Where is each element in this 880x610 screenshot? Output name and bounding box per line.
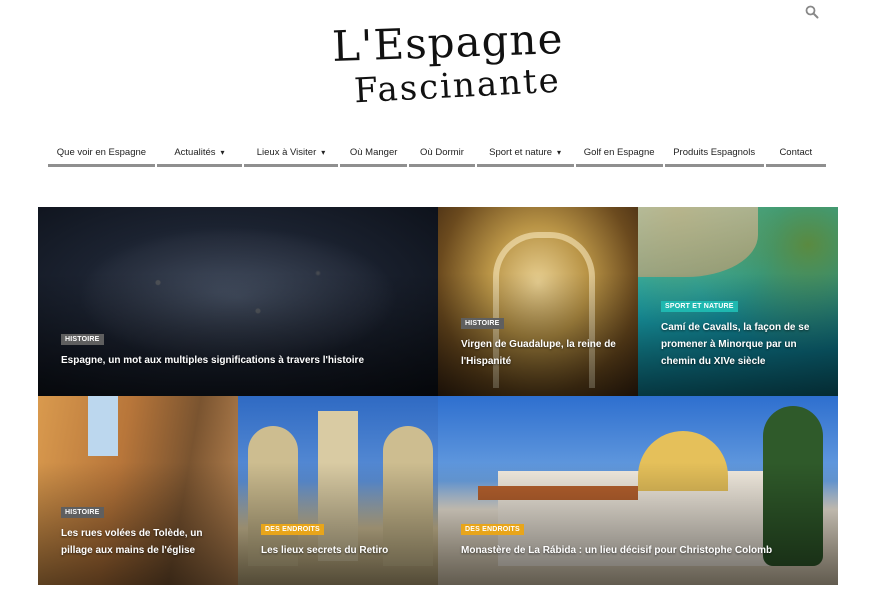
category-badge[interactable]: Histoire [461, 318, 504, 329]
nav-sport-nature[interactable]: Sport et nature ▾ [476, 140, 574, 167]
article-title[interactable]: Virgen de Guadalupe, la reine de l'Hispa… [461, 336, 618, 370]
article-title[interactable]: Les rues volées de Tolède, un pillage au… [61, 525, 218, 559]
nav-actualites[interactable]: Actualités ▾ [156, 140, 242, 167]
card-info: Sport et nature Camí de Cavalls, la faço… [661, 295, 818, 370]
nav-contact[interactable]: Contact [765, 140, 826, 167]
search-button[interactable] [803, 4, 821, 22]
card-info: Des endroits Monastère de La Rábida : un… [461, 518, 818, 559]
category-badge[interactable]: Des endroits [261, 524, 324, 535]
search-icon [805, 5, 819, 18]
article-title[interactable]: Camí de Cavalls, la façon de se promener… [661, 319, 818, 370]
category-badge[interactable]: Histoire [61, 334, 104, 345]
article-title[interactable]: Monastère de La Rábida : un lieu décisif… [461, 542, 818, 559]
card-info: Histoire Les rues volées de Tolède, un p… [61, 501, 218, 559]
article-card[interactable]: Histoire Virgen de Guadalupe, la reine d… [438, 207, 638, 396]
nav-label: Lieux à Visiter [256, 146, 317, 158]
featured-grid: Histoire Espagne, un mot aux multiples s… [38, 207, 838, 585]
nav-label: Que voir en Espagne [56, 146, 147, 158]
article-card[interactable]: Histoire Espagne, un mot aux multiples s… [38, 207, 438, 396]
nav-label: Où Dormir [420, 146, 464, 158]
card-info: Des endroits Les lieux secrets du Retiro [261, 518, 418, 559]
nav-label: Golf en Espagne [583, 146, 655, 158]
nav-label: Contact [779, 146, 813, 158]
article-card[interactable]: Des endroits Monastère de La Rábida : un… [438, 396, 838, 585]
article-card[interactable]: Sport et nature Camí de Cavalls, la faço… [638, 207, 838, 396]
site-logo[interactable]: L'Espagne Fascinante [331, 14, 564, 113]
chevron-down-icon: ▾ [557, 147, 562, 157]
category-badge[interactable]: Des endroits [461, 524, 524, 535]
article-card[interactable]: Des endroits Les lieux secrets du Retiro [238, 396, 438, 585]
category-badge[interactable]: Sport et nature [661, 301, 738, 312]
nav-que-voir[interactable]: Que voir en Espagne [48, 140, 155, 167]
nav-lieux[interactable]: Lieux à Visiter ▾ [243, 140, 338, 167]
nav-label: Actualités [174, 146, 216, 158]
chevron-down-icon: ▾ [321, 147, 326, 157]
card-info: Histoire Espagne, un mot aux multiples s… [61, 328, 418, 369]
nav-label: Où Manger [349, 146, 398, 158]
nav-ou-dormir[interactable]: Où Dormir [409, 140, 475, 167]
category-badge[interactable]: Histoire [61, 507, 104, 518]
chevron-down-icon: ▾ [220, 147, 225, 157]
article-title[interactable]: Espagne, un mot aux multiples significat… [61, 352, 418, 369]
article-title[interactable]: Les lieux secrets du Retiro [261, 542, 418, 559]
nav-produits[interactable]: Produits Espagnols [664, 140, 764, 167]
article-card[interactable]: Histoire Les rues volées de Tolède, un p… [38, 396, 238, 585]
nav-golf[interactable]: Golf en Espagne [575, 140, 663, 167]
nav-label: Produits Espagnols [673, 146, 756, 158]
nav-ou-manger[interactable]: Où Manger [340, 140, 408, 167]
main-nav: Que voir en Espagne Actualités ▾ Lieux à… [48, 140, 828, 167]
nav-label: Sport et nature [489, 146, 553, 158]
card-info: Histoire Virgen de Guadalupe, la reine d… [461, 312, 618, 370]
